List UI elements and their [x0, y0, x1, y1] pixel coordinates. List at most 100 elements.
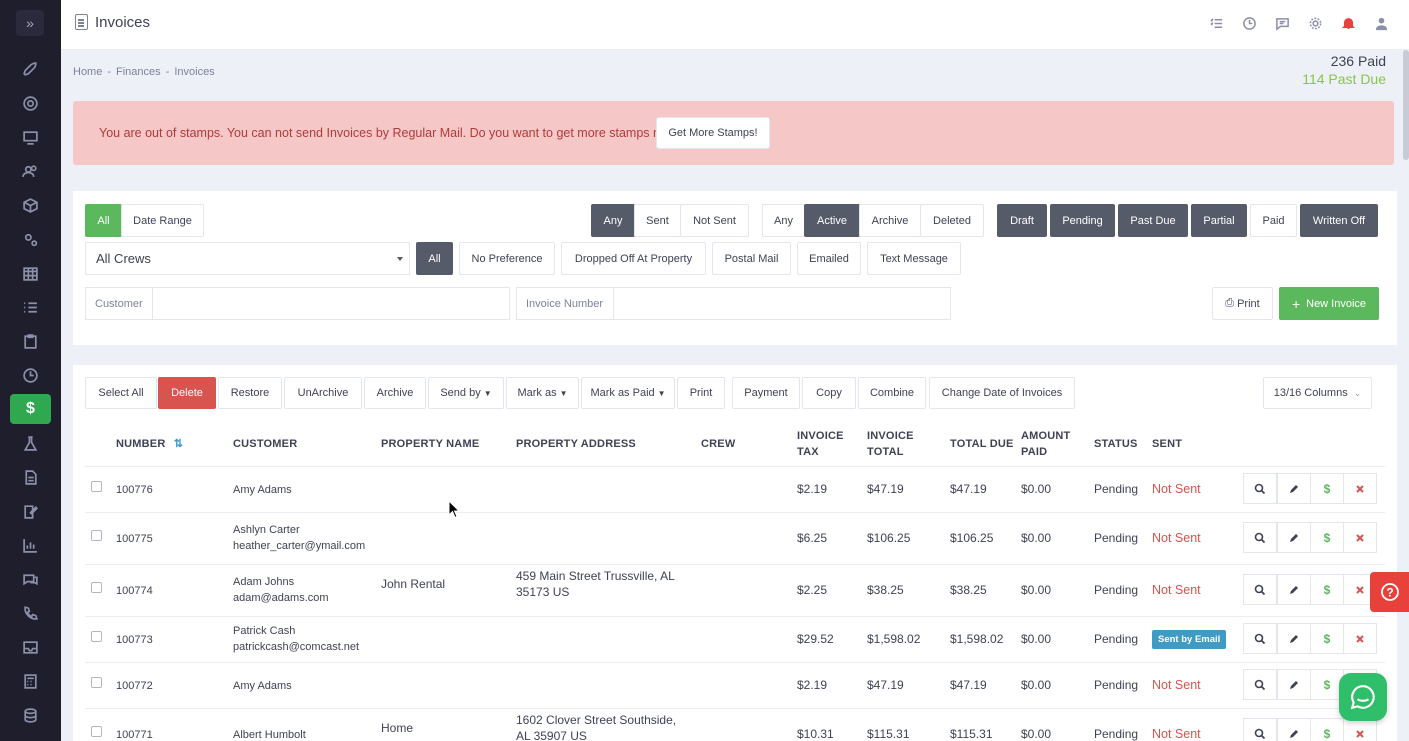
breadcrumb-home[interactable]: Home — [73, 66, 102, 78]
print-button[interactable]: ⎙ Print — [1212, 287, 1273, 320]
customer-name[interactable]: Patrick Cash — [233, 623, 295, 639]
archive-button[interactable]: Archive — [364, 377, 426, 409]
view-search-icon[interactable] — [1243, 574, 1277, 605]
calendar-icon[interactable] — [10, 258, 51, 288]
column-header-total-due[interactable]: TOTAL DUE — [950, 436, 1014, 452]
customer-name[interactable]: Adam Johns — [233, 574, 294, 590]
payment-dollar-icon[interactable]: $ — [1310, 623, 1344, 654]
row-checkbox[interactable] — [91, 530, 102, 541]
row-checkbox[interactable] — [91, 631, 102, 642]
delivery-emailed[interactable]: Emailed — [797, 242, 861, 275]
notification-bell-icon[interactable] — [1340, 15, 1356, 31]
inbox-icon[interactable] — [10, 632, 51, 662]
crews-select[interactable]: All Crews — [85, 242, 410, 275]
document-icon[interactable] — [10, 462, 51, 492]
phone-icon[interactable] — [10, 598, 51, 628]
view-search-icon[interactable] — [1243, 669, 1277, 700]
column-header-invoice-total[interactable]: INVOICE TOTAL — [867, 428, 914, 460]
payment-dollar-icon[interactable]: $ — [1310, 574, 1344, 605]
clipboard-icon[interactable] — [10, 326, 51, 356]
tasks-icon[interactable] — [1208, 15, 1224, 31]
state-filter-archive[interactable]: Archive — [859, 204, 921, 237]
page-scrollbar[interactable] — [1403, 50, 1409, 160]
column-header-property-name[interactable]: PROPERTY NAME — [381, 436, 479, 452]
delivery-dropped-off[interactable]: Dropped Off At Property — [561, 242, 706, 275]
sidebar-toggle-icon[interactable]: » — [16, 10, 44, 36]
user-profile-icon[interactable] — [1373, 15, 1389, 31]
customer-name[interactable]: Ashlyn Carter — [233, 522, 300, 538]
row-checkbox[interactable] — [91, 726, 102, 737]
breadcrumb-finances[interactable]: Finances — [116, 66, 161, 78]
clock-icon[interactable] — [10, 360, 51, 390]
delivery-postal-mail[interactable]: Postal Mail — [712, 242, 791, 275]
state-filter-active[interactable]: Active — [804, 204, 860, 237]
edit-document-icon[interactable] — [10, 496, 51, 526]
row-checkbox[interactable] — [91, 481, 102, 492]
live-chat-icon[interactable] — [1339, 673, 1387, 721]
toolbar-print-button[interactable]: Print — [677, 377, 725, 409]
help-question-icon[interactable]: ? — [1370, 572, 1409, 612]
sent-filter-any[interactable]: Any — [591, 204, 635, 237]
invoice-number-input[interactable] — [614, 288, 950, 319]
restore-button[interactable]: Restore — [218, 377, 282, 409]
customer-name[interactable]: Albert Humbolt — [233, 727, 306, 741]
column-header-sent[interactable]: SENT — [1152, 436, 1182, 452]
edit-pencil-icon[interactable] — [1277, 473, 1311, 504]
customer-name[interactable]: Amy Adams — [233, 482, 292, 498]
column-header-crew[interactable]: CREW — [701, 436, 735, 452]
combine-button[interactable]: Combine — [858, 377, 926, 409]
column-header-customer[interactable]: CUSTOMER — [233, 436, 297, 452]
change-date-button[interactable]: Change Date of Invoices — [929, 377, 1075, 409]
edit-pencil-icon[interactable] — [1277, 718, 1311, 741]
sort-icon[interactable]: ⇅ — [174, 438, 183, 450]
delete-x-icon[interactable] — [1343, 718, 1377, 741]
view-search-icon[interactable] — [1243, 718, 1277, 741]
delete-x-icon[interactable] — [1343, 623, 1377, 654]
column-header-number[interactable]: NUMBER ⇅ — [116, 436, 183, 452]
invoice-number[interactable]: 100773 — [116, 632, 153, 648]
delete-x-icon[interactable] — [1343, 473, 1377, 504]
column-header-amount-paid[interactable]: AMOUNT PAID — [1021, 428, 1070, 460]
state-filter-deleted[interactable]: Deleted — [920, 204, 984, 237]
status-filter-written-off[interactable]: Written Off — [1300, 204, 1378, 237]
edit-pencil-icon[interactable] — [1277, 669, 1311, 700]
gear-icon[interactable] — [1307, 15, 1323, 31]
invoice-number[interactable]: 100775 — [116, 531, 153, 547]
users-icon[interactable] — [10, 156, 51, 186]
columns-dropdown[interactable]: 13/16 Columns ⌄ — [1263, 377, 1372, 409]
delivery-no-preference[interactable]: No Preference — [459, 242, 555, 275]
calculator-icon[interactable] — [10, 666, 51, 696]
sent-filter-not-sent[interactable]: Not Sent — [680, 204, 749, 237]
chart-icon[interactable] — [10, 530, 51, 560]
select-all-button[interactable]: Select All — [85, 377, 157, 409]
edit-pencil-icon[interactable] — [1277, 574, 1311, 605]
messages-icon[interactable] — [1274, 15, 1290, 31]
edit-pencil-icon[interactable] — [1277, 522, 1311, 553]
payment-dollar-icon[interactable]: $ — [1310, 718, 1344, 741]
payment-dollar-icon[interactable]: $ — [1310, 522, 1344, 553]
mark-as-paid-dropdown[interactable]: Mark as Paid ▼ — [581, 377, 675, 409]
delete-button[interactable]: Delete — [158, 377, 216, 409]
state-filter-any[interactable]: Any — [762, 204, 805, 237]
customer-name[interactable]: Amy Adams — [233, 678, 292, 694]
payment-button[interactable]: Payment — [732, 377, 800, 409]
status-filter-draft[interactable]: Draft — [997, 204, 1047, 237]
date-range-button[interactable]: Date Range — [121, 204, 204, 237]
sent-filter-sent[interactable]: Sent — [634, 204, 681, 237]
new-invoice-button[interactable]: + New Invoice — [1279, 287, 1379, 320]
row-checkbox[interactable] — [91, 677, 102, 688]
date-filter-all[interactable]: All — [85, 204, 122, 237]
view-search-icon[interactable] — [1243, 522, 1277, 553]
invoice-number[interactable]: 100772 — [116, 678, 153, 694]
chat-icon[interactable] — [10, 564, 51, 594]
flask-icon[interactable] — [10, 428, 51, 458]
rocket-icon[interactable] — [10, 54, 51, 84]
mark-as-dropdown[interactable]: Mark as ▼ — [506, 377, 579, 409]
column-header-status[interactable]: STATUS — [1094, 436, 1138, 452]
box-icon[interactable] — [10, 190, 51, 220]
view-search-icon[interactable] — [1243, 473, 1277, 504]
monitor-icon[interactable] — [10, 122, 51, 152]
status-filter-past-due[interactable]: Past Due — [1118, 204, 1188, 237]
get-more-stamps-button[interactable]: Get More Stamps! — [656, 117, 770, 149]
status-filter-pending[interactable]: Pending — [1050, 204, 1115, 237]
